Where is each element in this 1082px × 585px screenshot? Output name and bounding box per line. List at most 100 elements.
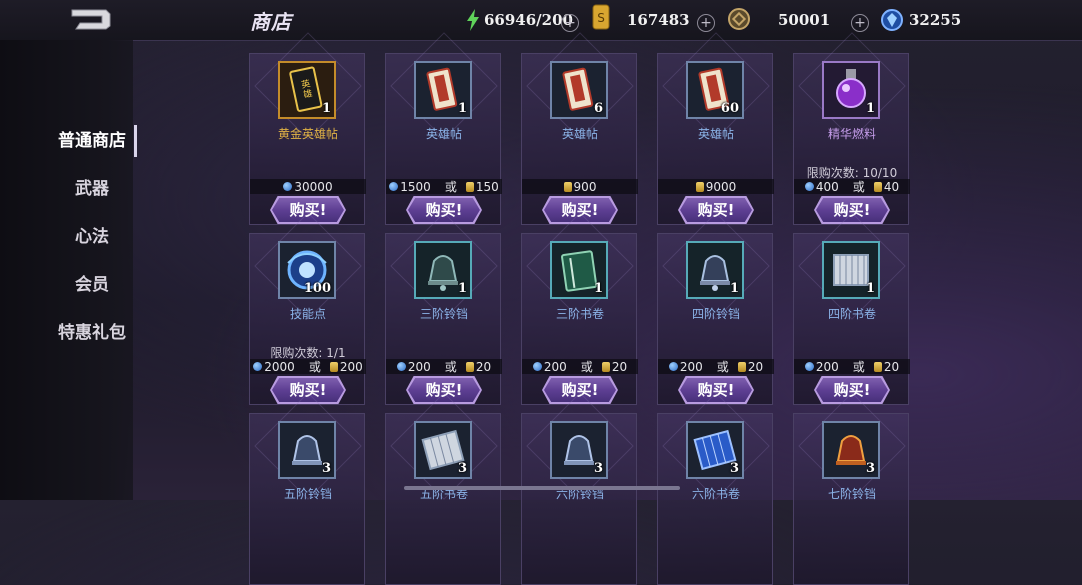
price-bar: 1500 或 150 xyxy=(386,179,502,194)
ticket-price-icon xyxy=(873,361,882,372)
gem-price-icon xyxy=(532,362,542,371)
gem-price: 1500 xyxy=(400,179,431,194)
scroll-indicator[interactable] xyxy=(404,486,680,490)
shop-item-card[interactable]: 1 四阶书卷 200 或 20 购买! xyxy=(793,212,910,405)
item-quantity: 3 xyxy=(457,461,467,476)
item-icon-frame: 3 xyxy=(822,421,880,479)
item-name: 技能点 xyxy=(289,307,326,321)
ticket-price: 20 xyxy=(611,359,628,374)
price-bar: 200 或 20 xyxy=(522,359,638,374)
ticket-price-icon xyxy=(465,361,474,372)
shop-item-card[interactable]: 1 英雄帖 1500 或 150 购买! xyxy=(385,32,502,225)
ticket-price-icon xyxy=(737,361,746,372)
shop-item-card[interactable]: 6 英雄帖 900 购买! xyxy=(521,32,638,225)
item-icon-frame: 60 xyxy=(686,61,744,119)
gem-price-icon xyxy=(804,362,814,371)
shop-item-card[interactable]: 英 雄 1 黄金英雄帖 30000 购买! xyxy=(249,32,366,225)
shop-item-card[interactable]: 3 六阶铃铛 xyxy=(521,392,637,585)
item-name: 英雄帖 xyxy=(561,127,598,141)
gold-ticket-icon: S xyxy=(592,4,610,30)
add-gold-ticket-button[interactable]: + xyxy=(697,14,715,32)
item-quantity: 3 xyxy=(321,461,331,476)
top-bar: 商店 66946/200 + S 167483 + 50001 + 32255 xyxy=(0,0,1082,41)
svg-text:S: S xyxy=(597,11,605,25)
item-quantity: 1 xyxy=(865,101,875,116)
item-icon-frame: 1 xyxy=(822,61,880,119)
gem-price: 2000 xyxy=(264,359,295,374)
item-name: 精华燃料 xyxy=(827,127,876,141)
stamina-resource: 66946/200 xyxy=(466,8,573,32)
shop-item-card[interactable]: 3 六阶书卷 xyxy=(657,392,773,585)
ticket-price-icon xyxy=(329,361,338,372)
gem-price: 30000 xyxy=(294,179,333,194)
ticket-price: 150 xyxy=(475,179,499,194)
back-button[interactable] xyxy=(66,6,114,32)
ticket-price: 20 xyxy=(747,359,764,374)
sidebar-item-membership[interactable]: 会员 xyxy=(50,269,134,301)
page-title: 商店 xyxy=(250,10,292,34)
shop-item-card[interactable]: 100 技能点 限购次数: 1/1 2000 或 200 购买! xyxy=(249,212,366,405)
gem-price: 200 xyxy=(679,359,703,374)
sidebar-item-weapons[interactable]: 武器 xyxy=(50,173,134,205)
item-name: 英雄帖 xyxy=(697,127,734,141)
gold-ticket-resource: S xyxy=(591,4,611,30)
price-bar: 200 或 20 xyxy=(794,359,910,374)
shop-item-card[interactable]: 1 三阶书卷 200 或 20 购买! xyxy=(521,212,638,405)
or-label: 或 xyxy=(852,180,865,194)
item-icon-frame: 3 xyxy=(278,421,336,479)
item-name: 三阶书卷 xyxy=(555,307,604,321)
item-icon-frame: 3 xyxy=(686,421,744,479)
gem-price-icon xyxy=(253,362,263,371)
shop-item-card[interactable]: 3 五阶铃铛 xyxy=(249,392,365,585)
item-icon-frame: 100 xyxy=(278,241,336,299)
ticket-price: 20 xyxy=(475,359,492,374)
shop-item-card[interactable]: 1 精华燃料 限购次数: 10/10 400 或 40 购买! xyxy=(793,32,910,225)
gem-price: 200 xyxy=(543,359,567,374)
ticket-price: 900 xyxy=(573,179,597,194)
or-label: 或 xyxy=(580,360,593,374)
item-quantity: 3 xyxy=(593,461,603,476)
item-icon-frame: 1 xyxy=(414,241,472,299)
item-name: 七阶铃铛 xyxy=(827,487,876,501)
sidebar-item-mind-arts[interactable]: 心法 xyxy=(50,221,134,253)
ticket-price-icon xyxy=(873,181,882,192)
shop-item-card[interactable]: 3 七阶铃铛 xyxy=(793,392,909,585)
stamina-lightning-icon xyxy=(467,9,479,31)
shop-item-card[interactable]: 1 四阶铃铛 200 或 20 购买! xyxy=(657,212,774,405)
item-icon-frame: 1 xyxy=(822,241,880,299)
gem-resource: 32255 xyxy=(880,8,961,32)
item-quantity: 100 xyxy=(303,281,331,296)
item-quantity: 60 xyxy=(720,101,739,116)
item-quantity: 1 xyxy=(729,281,739,296)
item-quantity: 1 xyxy=(457,101,467,116)
item-icon-frame: 1 xyxy=(414,61,472,119)
gem-price: 200 xyxy=(407,359,431,374)
item-name: 英雄帖 xyxy=(425,127,462,141)
add-copper-coin-button[interactable]: + xyxy=(851,14,869,32)
item-quantity: 3 xyxy=(865,461,875,476)
item-quantity: 1 xyxy=(865,281,875,296)
item-icon-frame: 1 xyxy=(686,241,744,299)
shop-item-card[interactable]: 1 三阶铃铛 200 或 20 购买! xyxy=(385,212,502,405)
shop-item-card[interactable]: 60 英雄帖 9000 购买! xyxy=(657,32,774,225)
ticket-price: 20 xyxy=(883,359,900,374)
shop-item-card[interactable]: 3 五阶书卷 xyxy=(385,392,501,585)
price-bar: 900 xyxy=(522,179,638,194)
ticket-price-icon xyxy=(601,361,610,372)
ticket-price-icon xyxy=(695,181,704,192)
item-name: 四阶铃铛 xyxy=(691,307,740,321)
sidebar-item-special-packs[interactable]: 特惠礼包 xyxy=(50,317,134,349)
or-label: 或 xyxy=(444,180,457,194)
gem-price-icon xyxy=(804,182,814,191)
or-label: 或 xyxy=(852,360,865,374)
ticket-price-icon xyxy=(465,181,474,192)
ticket-price: 40 xyxy=(883,179,900,194)
item-icon-frame: 3 xyxy=(550,421,608,479)
price-bar: 2000 或 200 xyxy=(250,359,366,374)
sidebar: 普通商店 武器 心法 会员 特惠礼包 xyxy=(0,40,137,500)
add-stamina-button[interactable]: + xyxy=(561,14,579,32)
gem-price-icon xyxy=(396,362,406,371)
sidebar-item-general-shop[interactable]: 普通商店 xyxy=(50,125,137,157)
item-quantity: 6 xyxy=(593,101,603,116)
item-quantity: 1 xyxy=(457,281,467,296)
